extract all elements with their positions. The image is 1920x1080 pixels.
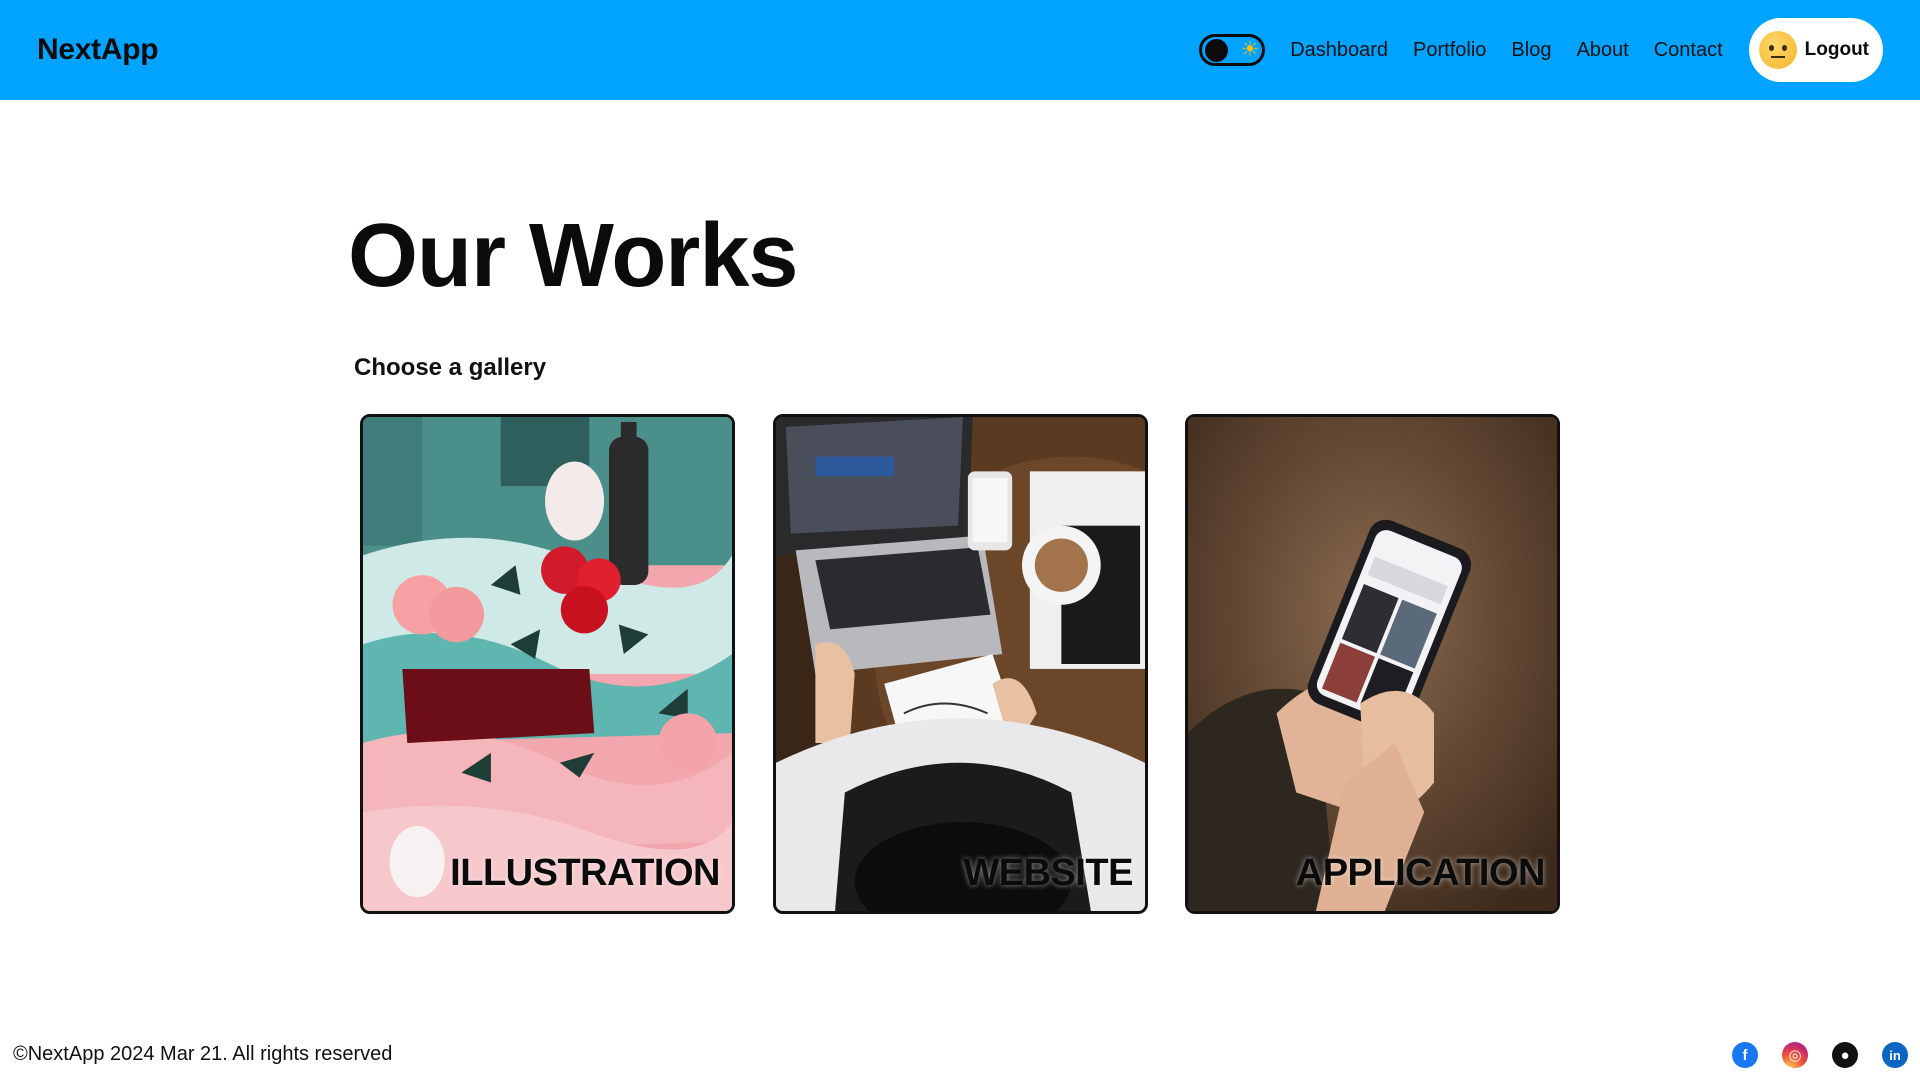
gallery-card-application[interactable]: APPLICATION xyxy=(1185,414,1560,914)
navbar: NextApp ☀ Dashboard Portfolio Blog About… xyxy=(0,0,1920,100)
github-icon[interactable]: ● xyxy=(1832,1042,1858,1068)
toggle-knob xyxy=(1205,39,1229,62)
social-links: f ◎ ● in xyxy=(1708,1042,1908,1068)
page-title: Our Works xyxy=(348,206,798,306)
nav-menu: ☀ Dashboard Portfolio Blog About Contact… xyxy=(1199,18,1883,82)
gallery-label-illustration: ILLUSTRATION xyxy=(450,852,720,894)
gallery-card-website[interactable]: WEBSITE xyxy=(773,414,1148,914)
logout-button[interactable]: Logout xyxy=(1748,18,1883,82)
nav-link-blog[interactable]: Blog xyxy=(1511,39,1551,62)
nav-link-dashboard[interactable]: Dashboard xyxy=(1290,39,1388,62)
gallery-card-illustration[interactable]: ILLUSTRATION xyxy=(360,414,735,914)
logout-label: Logout xyxy=(1804,39,1869,60)
gallery-label-website: WEBSITE xyxy=(963,852,1133,894)
copyright-text: ©NextApp 2024 Mar 21. All rights reserve… xyxy=(13,1043,393,1065)
nav-link-about[interactable]: About xyxy=(1576,39,1628,62)
illustration-image xyxy=(363,417,732,911)
nav-link-portfolio[interactable]: Portfolio xyxy=(1413,39,1486,62)
facebook-icon[interactable]: f xyxy=(1732,1042,1758,1068)
sun-icon: ☀ xyxy=(1240,38,1260,61)
instagram-icon[interactable]: ◎ xyxy=(1782,1042,1808,1068)
theme-toggle[interactable]: ☀ xyxy=(1199,34,1266,66)
nav-link-contact[interactable]: Contact xyxy=(1654,39,1723,62)
website-image xyxy=(776,417,1145,911)
application-image xyxy=(1188,417,1557,911)
linkedin-icon[interactable]: in xyxy=(1882,1042,1908,1068)
gallery-label-application: APPLICATION xyxy=(1295,852,1546,894)
logo[interactable]: NextApp xyxy=(37,33,159,67)
gallery-subtitle: Choose a gallery xyxy=(354,354,547,381)
neutral-face-icon xyxy=(1758,31,1797,69)
